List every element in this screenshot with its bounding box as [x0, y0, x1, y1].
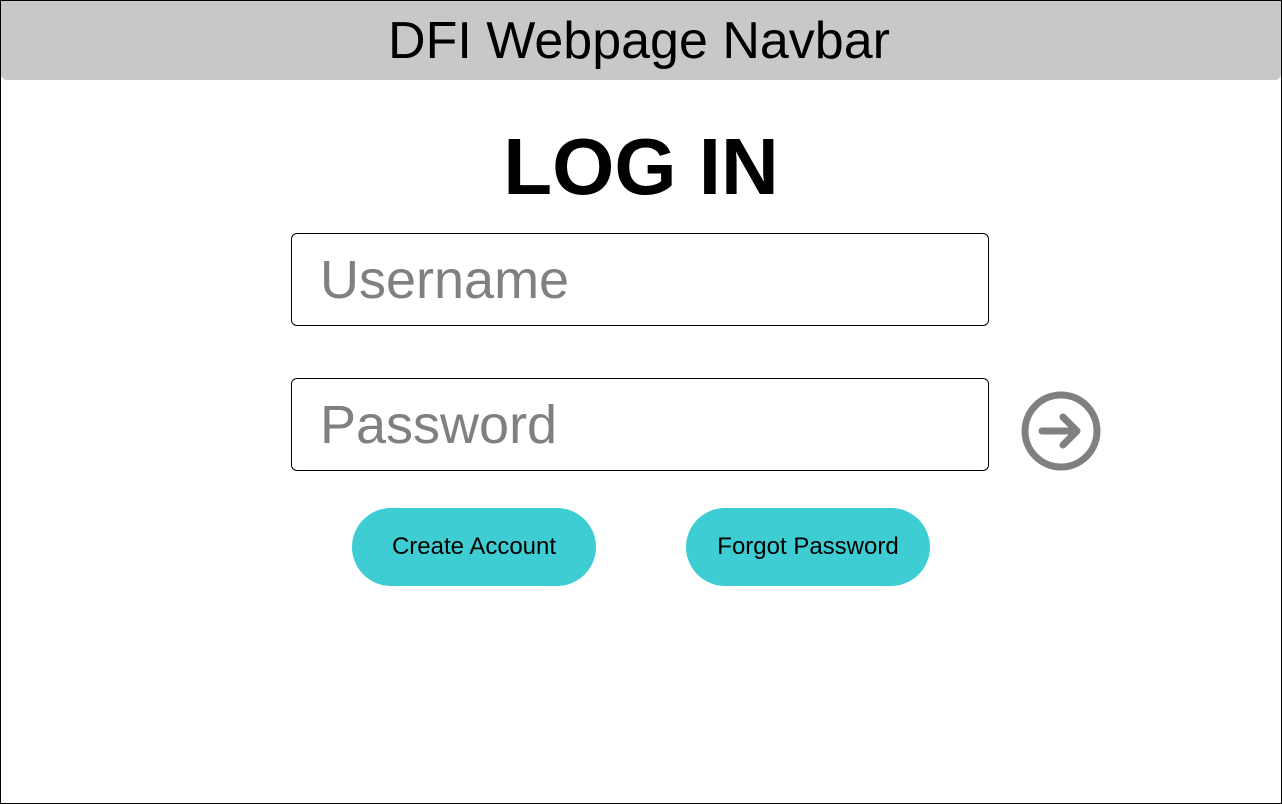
password-field-box: [291, 378, 989, 471]
create-account-button[interactable]: Create Account: [352, 508, 596, 586]
login-page: DFI Webpage Navbar LOG IN Create Account…: [0, 0, 1282, 804]
arrow-right-circle-icon: [1021, 391, 1101, 471]
username-input[interactable]: [320, 248, 988, 311]
page-title: LOG IN: [503, 122, 779, 211]
password-input[interactable]: [320, 393, 988, 456]
navbar-title: DFI Webpage Navbar: [388, 11, 890, 70]
forgot-password-button[interactable]: Forgot Password: [686, 508, 930, 586]
navbar: DFI Webpage Navbar: [1, 1, 1281, 80]
username-field-box: [291, 233, 989, 326]
submit-button[interactable]: [1020, 390, 1102, 472]
